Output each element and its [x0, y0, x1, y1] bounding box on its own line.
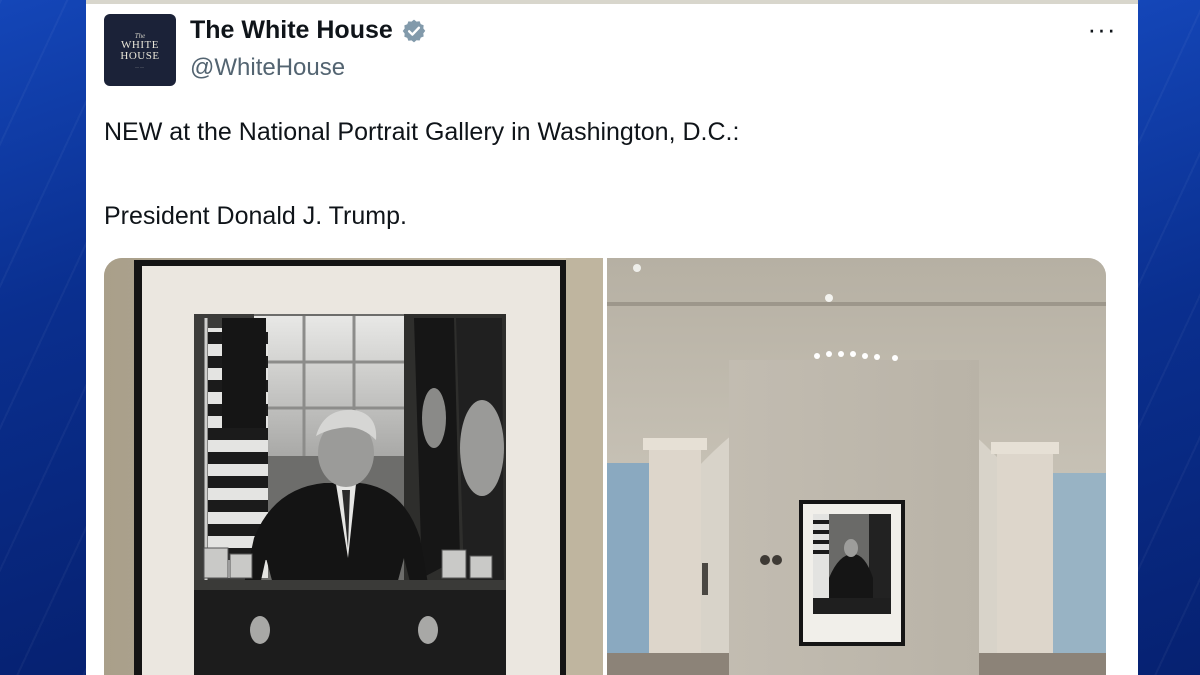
tweet-text-line: NEW at the National Portrait Gallery in …	[104, 118, 740, 146]
more-options-icon[interactable]: ···	[1084, 16, 1120, 42]
gallery-wall-image	[607, 258, 1106, 675]
background-right	[1138, 0, 1200, 675]
tweet-media-grid	[104, 258, 1106, 675]
verified-badge-icon[interactable]	[401, 18, 427, 44]
background-left	[0, 0, 86, 675]
tweet-header: The WHITE HOUSE —— The White House @Whit…	[104, 12, 1120, 86]
avatar[interactable]: The WHITE HOUSE ——	[104, 14, 176, 86]
avatar-logo-line-2: WHITE	[121, 38, 159, 51]
portrait-closeup-image	[104, 258, 603, 675]
author-handle[interactable]: @WhiteHouse	[190, 54, 345, 82]
author-display-name[interactable]: The White House	[190, 16, 393, 45]
avatar-logo-rule: ——	[135, 63, 145, 69]
avatar-logo-line-1: The	[134, 31, 146, 40]
tweet-photo-1[interactable]	[104, 258, 603, 675]
tweet-card: The WHITE HOUSE —— The White House @Whit…	[86, 0, 1138, 675]
avatar-logo-line-3: HOUSE	[120, 49, 160, 62]
tweet-text: NEW at the National Portrait Gallery in …	[104, 112, 1104, 236]
tweet-text-line: President Donald J. Trump.	[104, 202, 407, 230]
tweet-photo-2[interactable]	[607, 258, 1106, 675]
author-name-row: The White House	[190, 16, 427, 45]
